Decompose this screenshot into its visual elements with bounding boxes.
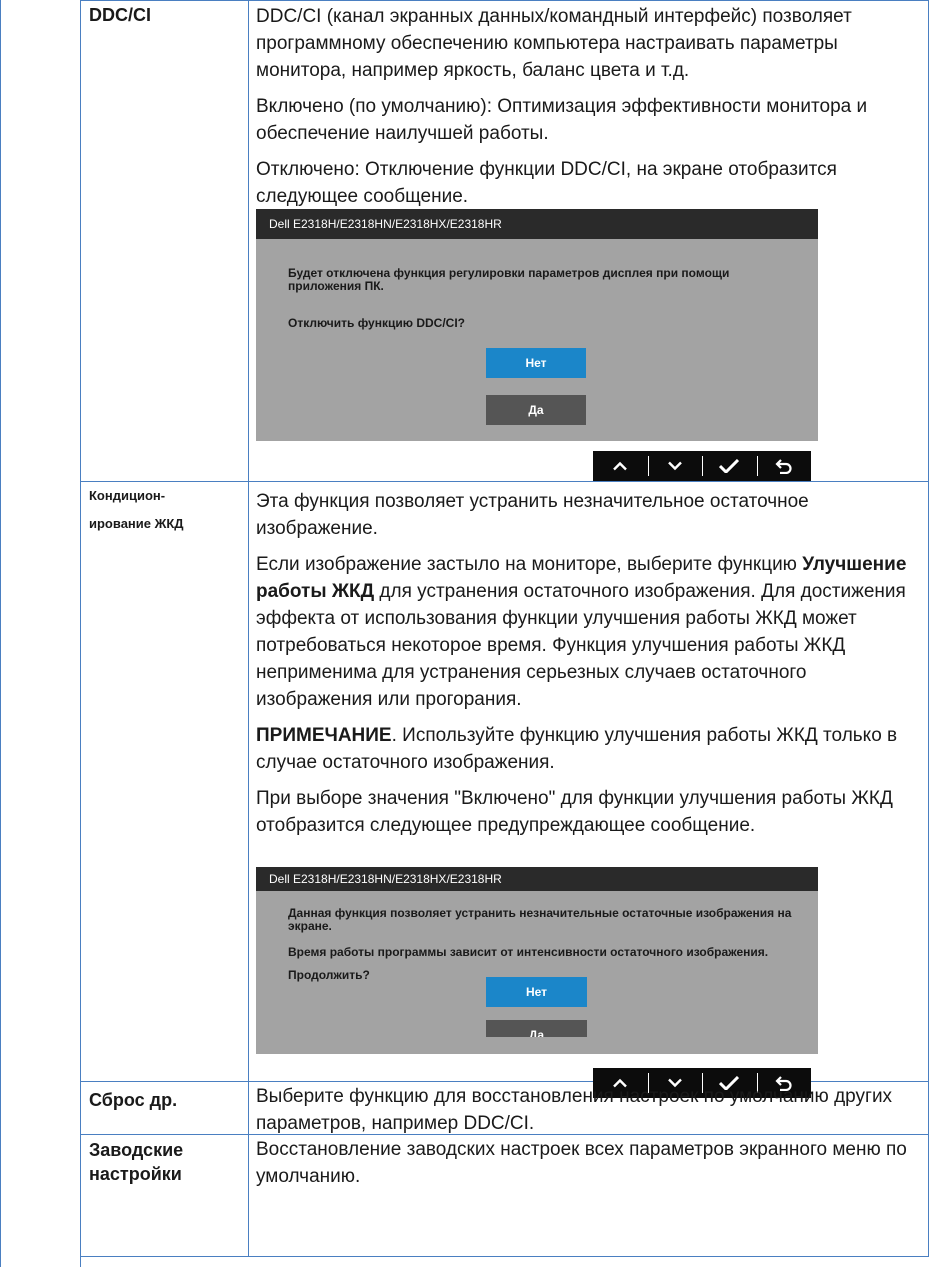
- yes-button: Да: [486, 395, 586, 425]
- lcd-dialog-image: Dell E2318H/E2318HN/E2318HX/E2318HR Данн…: [256, 867, 818, 1037]
- dialog-message: Будет отключена функция регулировки пара…: [288, 266, 730, 293]
- ddc-dialog-image: Dell E2318H/E2318HN/E2318HX/E2318HR Буде…: [256, 209, 818, 441]
- dialog-title: Dell E2318H/E2318HN/E2318HX/E2318HR: [256, 209, 818, 239]
- lcd-paragraph: ПРИМЕЧАНИЕ. Используйте функцию улучшени…: [256, 722, 924, 776]
- lcd-description: Эта функция позволяет устранить незначит…: [256, 488, 924, 848]
- ddc-paragraph: DDC/CI (канал экранных данных/командный …: [256, 6, 852, 81]
- osd-nav-buttons: [593, 451, 811, 481]
- note-label: ПРИМЕЧАНИЕ: [256, 725, 392, 746]
- label-line: настройки: [89, 1164, 182, 1184]
- row-divider: [80, 481, 929, 482]
- ddc-description: DDC/CI (канал экранных данных/командный …: [256, 3, 924, 219]
- dialog-bottom: [256, 1037, 818, 1054]
- no-button: Нет: [486, 977, 587, 1007]
- table-border-right: [928, 0, 929, 1256]
- text-span: Если изображение застыло на мониторе, вы…: [256, 554, 803, 575]
- outer-border: [0, 0, 1, 1267]
- row-label-lcd: Кондицион- ирование ЖКД: [89, 482, 184, 538]
- down-icon: [647, 451, 703, 481]
- lcd-paragraph: При выборе значения "Включено" для функц…: [256, 788, 893, 836]
- up-icon: [593, 451, 648, 481]
- row-label-ddc: DDC/CI: [89, 5, 151, 25]
- table-divider: [248, 0, 249, 1256]
- reset-paragraph: Выберите функцию для восстановления наст…: [256, 1086, 893, 1134]
- row-label-factory: Заводские настройки: [89, 1138, 183, 1186]
- table-border-left: [80, 0, 81, 1267]
- check-icon: [702, 451, 757, 481]
- no-button: Нет: [486, 348, 586, 378]
- label-line: Кондицион-: [89, 488, 166, 503]
- lcd-paragraph: Эта функция позволяет устранить незначит…: [256, 491, 809, 539]
- dialog-message: Время работы программы зависит от интенс…: [288, 945, 769, 959]
- ddc-paragraph: Включено (по умолчанию): Оптимизация эфф…: [256, 96, 868, 144]
- label-line: ирование ЖКД: [89, 516, 184, 531]
- factory-paragraph: Восстановление заводских настроек всех п…: [256, 1139, 907, 1187]
- ddc-paragraph: Отключено: Отключение функции DDC/CI, на…: [256, 159, 837, 207]
- row-divider: [80, 1256, 929, 1257]
- dialog-title: Dell E2318H/E2318HN/E2318HX/E2318HR: [256, 867, 818, 891]
- dialog-message: Данная функция позволяет устранить незна…: [288, 906, 792, 933]
- document-page: DDC/CI DDC/CI (канал экранных данных/ком…: [0, 0, 930, 1267]
- dialog-question: Отключить функцию DDC/CI?: [288, 316, 465, 330]
- row-divider: [80, 0, 929, 1]
- factory-description: Восстановление заводских настроек всех п…: [256, 1136, 924, 1199]
- label-line: Заводские: [89, 1140, 184, 1160]
- row-label-reset: Сброс др.: [89, 1090, 178, 1110]
- lcd-paragraph: Если изображение застыло на мониторе, вы…: [256, 551, 924, 713]
- back-icon: [756, 451, 812, 481]
